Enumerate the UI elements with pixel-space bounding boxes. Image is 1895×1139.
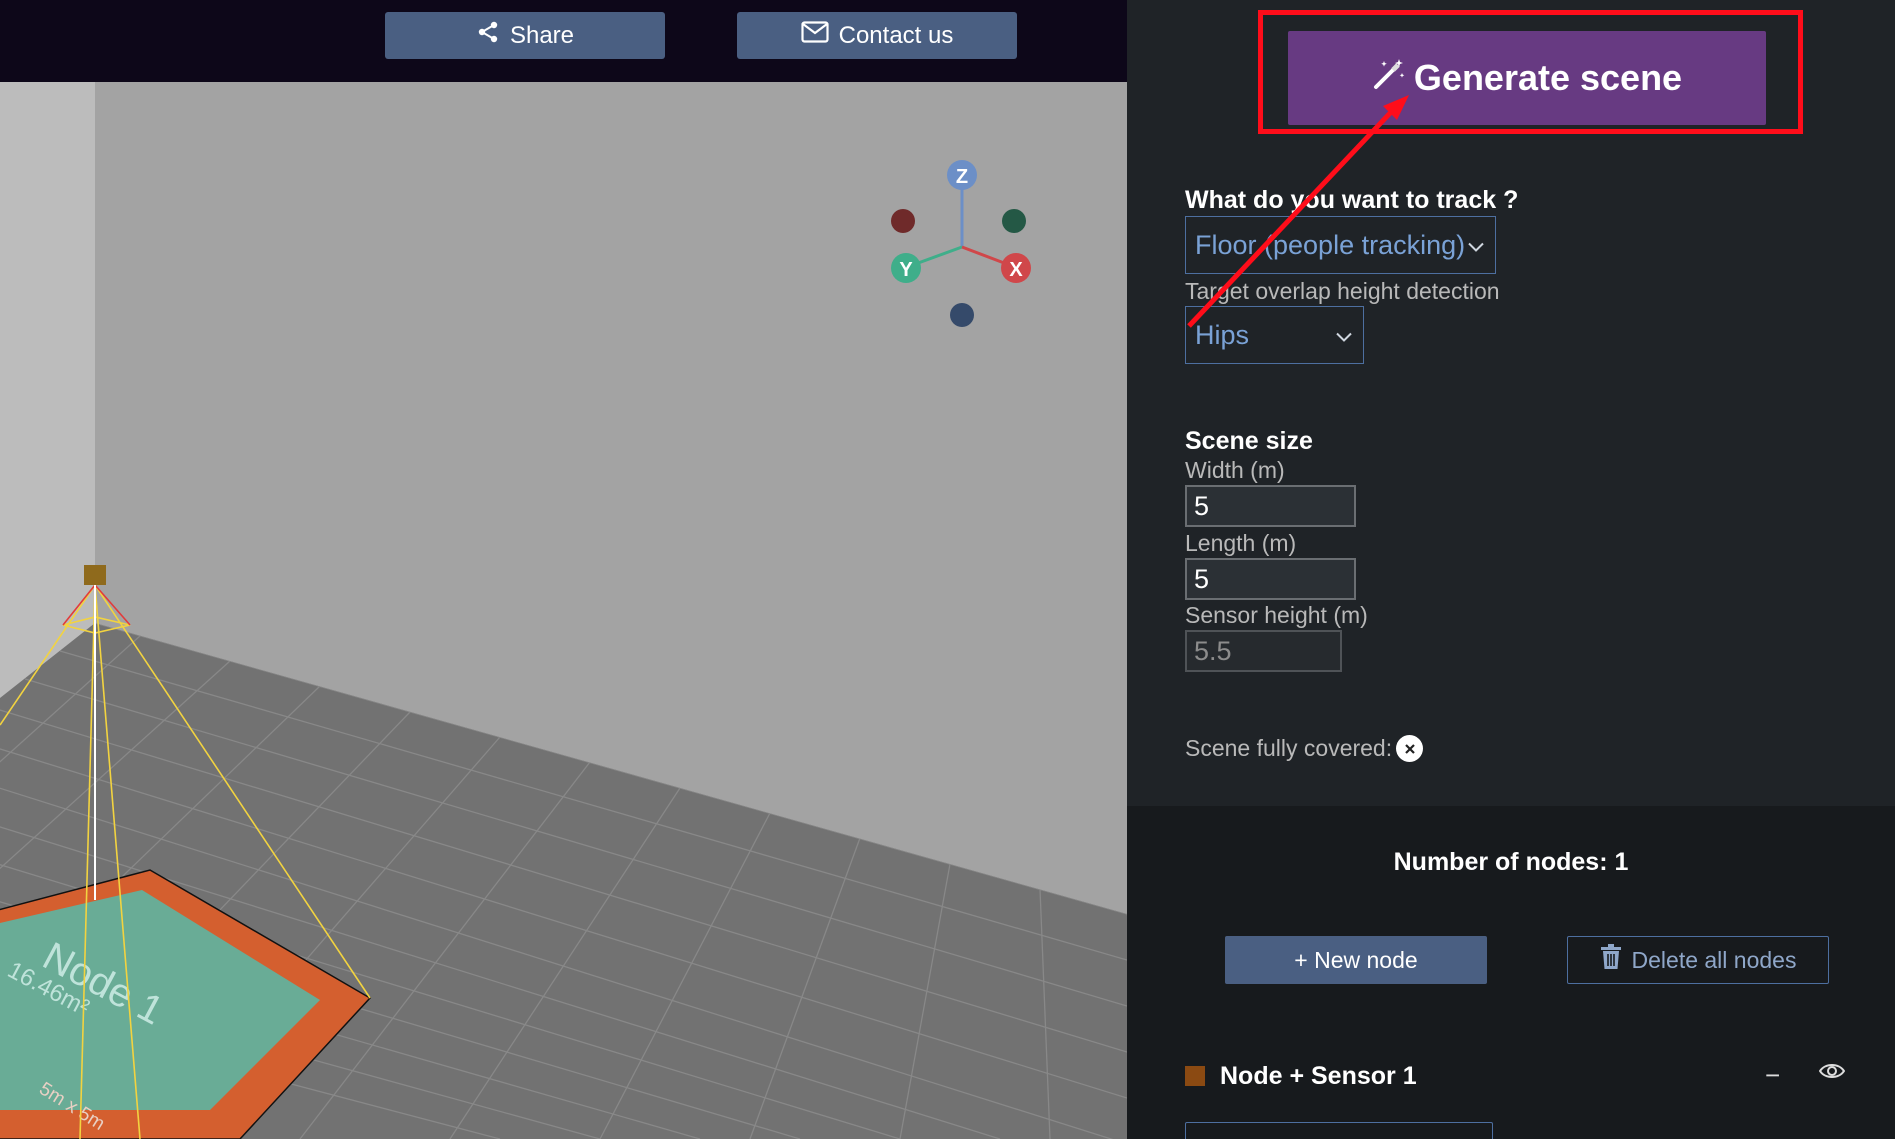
- delete-all-label: Delete all nodes: [1631, 946, 1797, 973]
- share-icon: [476, 20, 500, 51]
- gizmo-z-label: Z: [956, 166, 968, 188]
- scene-canvas[interactable]: Node 1 16.46m² 5m x 5m Z Y X: [0, 82, 1127, 1139]
- node-title: Node + Sensor 1: [1220, 1061, 1417, 1090]
- contact-label: Contact us: [838, 21, 954, 49]
- mail-icon: [801, 21, 829, 50]
- share-label: Share: [509, 21, 575, 49]
- node-list-item[interactable]: Node + Sensor 1 −: [1185, 1058, 1846, 1094]
- nodes-section: Number of nodes: 1 + New node Delete all…: [1127, 806, 1895, 1139]
- app-root: Share Contact us Node 1 16.46m² 5m x 5m …: [0, 0, 1895, 1139]
- annotation-arrow: [1187, 95, 1409, 328]
- new-node-button[interactable]: + New node: [1225, 936, 1487, 984]
- sensor-node[interactable]: [84, 565, 106, 585]
- delete-all-nodes-button[interactable]: Delete all nodes: [1567, 936, 1829, 984]
- gizmo-y-label: Y: [899, 259, 913, 281]
- trash-icon: [1600, 944, 1622, 976]
- scene-settings-section: Generate scene What do you want to track…: [1127, 0, 1895, 806]
- node-detail-field[interactable]: [1185, 1122, 1493, 1139]
- node-color-swatch: [1185, 1066, 1205, 1086]
- left-wall: [0, 82, 95, 702]
- node-count-label: Number of nodes: 1: [1393, 848, 1629, 876]
- eye-icon[interactable]: [1818, 1062, 1846, 1085]
- share-button[interactable]: Share: [385, 12, 665, 59]
- contact-us-button[interactable]: Contact us: [737, 12, 1017, 59]
- scene-viewport[interactable]: Node 1 16.46m² 5m x 5m Z Y X: [0, 82, 1127, 1139]
- top-bar: Share Contact us: [0, 0, 1127, 82]
- collapse-button[interactable]: −: [1765, 1060, 1780, 1091]
- settings-panel: Generate scene What do you want to track…: [1127, 0, 1895, 1139]
- gizmo-x-label: X: [1009, 259, 1023, 281]
